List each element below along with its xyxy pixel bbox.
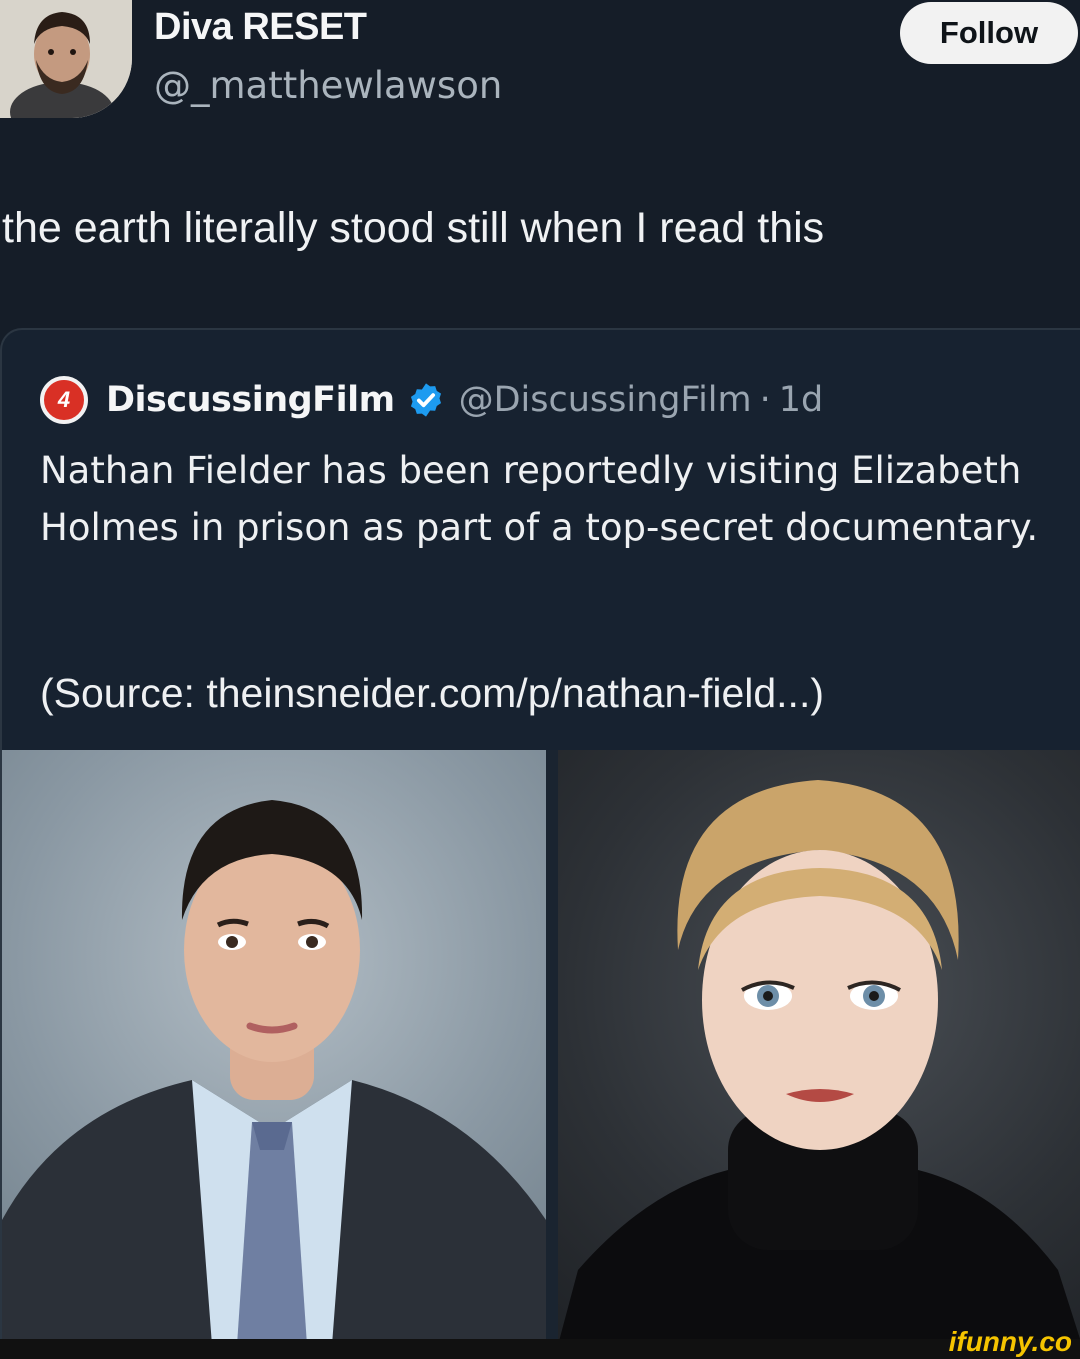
tweet-text: the earth literally stood still when I r… — [2, 204, 825, 252]
quoted-timestamp[interactable]: 1d — [779, 380, 824, 420]
photo-woman-in-black-turtleneck[interactable] — [558, 750, 1080, 1345]
avatar-photo — [0, 0, 132, 118]
ifunny-watermark: ifunny.co — [948, 1326, 1072, 1357]
woman-portrait-illustration — [558, 780, 1080, 1345]
quoted-tweet[interactable]: 4 DiscussingFilm @DiscussingFilm · 1d Na… — [0, 328, 1080, 1345]
photo-divider — [546, 750, 558, 1345]
meta-separator: · — [759, 380, 771, 420]
quoted-tweet-source[interactable]: (Source: theinsneider.com/p/nathan-field… — [40, 670, 824, 717]
verified-badge-icon — [410, 383, 441, 417]
author-avatar[interactable] — [0, 0, 132, 118]
author-handle[interactable]: @_matthewlawson — [154, 64, 502, 107]
quoted-tweet-header: 4 DiscussingFilm @DiscussingFilm · 1d — [40, 372, 823, 428]
photo-man-in-suit[interactable] — [2, 750, 546, 1345]
author-display-name[interactable]: Diva RESET — [154, 6, 367, 49]
quoted-tweet-text: Nathan Fielder has been reportedly visit… — [40, 449, 1039, 549]
quoted-author-name[interactable]: DiscussingFilm — [106, 380, 395, 420]
man-portrait-illustration — [2, 800, 546, 1345]
follow-button[interactable]: Follow — [900, 2, 1078, 64]
footer-bar — [0, 1339, 1080, 1359]
discussingfilm-logo-icon[interactable]: 4 — [40, 376, 88, 424]
quoted-author-handle[interactable]: @DiscussingFilm — [459, 380, 752, 420]
tweet-header: Diva RESET @_matthewlawson Follow — [0, 0, 1080, 130]
quoted-tweet-body: Nathan Fielder has been reportedly visit… — [40, 442, 1060, 556]
